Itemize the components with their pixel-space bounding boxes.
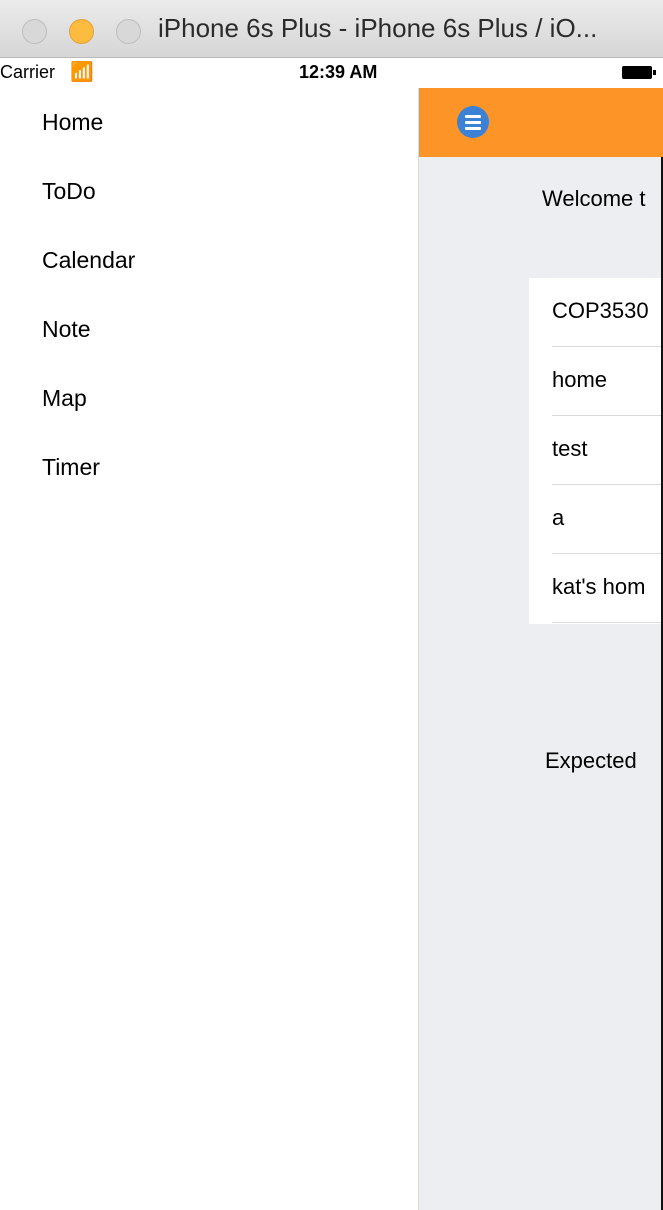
menu-item-todo[interactable]: ToDo — [42, 178, 96, 205]
carrier-label: Carrier — [0, 62, 56, 82]
list-item[interactable]: COP3530 — [552, 278, 663, 347]
menu-item-calendar[interactable]: Calendar — [42, 247, 135, 274]
main-panel: Welcome t COP3530 home test a kat's hom … — [418, 88, 663, 1210]
menu-item-timer[interactable]: Timer — [42, 454, 100, 481]
window-zoom-button[interactable] — [116, 19, 141, 44]
location-list: COP3530 home test a kat's hom — [529, 278, 663, 624]
navigation-bar — [419, 88, 663, 157]
list-item-label: test — [552, 436, 588, 461]
welcome-text: Welcome t — [542, 186, 646, 211]
battery-icon — [622, 66, 656, 79]
window-close-button[interactable] — [22, 19, 47, 44]
list-item-label: home — [552, 367, 608, 392]
status-time: 12:39 AM — [299, 62, 378, 82]
list-item-label: COP3530 — [552, 298, 649, 323]
expected-text: Expected — [545, 748, 637, 773]
list-item[interactable]: kat's hom — [552, 554, 663, 623]
menu-item-note[interactable]: Note — [42, 316, 91, 343]
list-item[interactable]: test — [552, 416, 663, 485]
simulator-screen: Carrier 📶 12:39 AM Home ToDo Calendar No… — [0, 58, 663, 1210]
list-item-label: kat's hom — [552, 574, 646, 599]
wifi-icon: 📶 — [70, 62, 94, 83]
window-minimize-button[interactable] — [69, 19, 94, 44]
list-item[interactable]: a — [552, 485, 663, 554]
hamburger-menu-icon[interactable] — [457, 106, 489, 138]
window-title: iPhone 6s Plus - iPhone 6s Plus / iO... — [158, 13, 598, 43]
window-titlebar: iPhone 6s Plus - iPhone 6s Plus / iO... — [0, 0, 663, 58]
menu-item-map[interactable]: Map — [42, 385, 87, 412]
list-item-label: a — [552, 505, 565, 530]
status-bar: Carrier 📶 12:39 AM — [0, 58, 663, 88]
list-item[interactable]: home — [552, 347, 663, 416]
menu-item-home[interactable]: Home — [42, 109, 103, 136]
